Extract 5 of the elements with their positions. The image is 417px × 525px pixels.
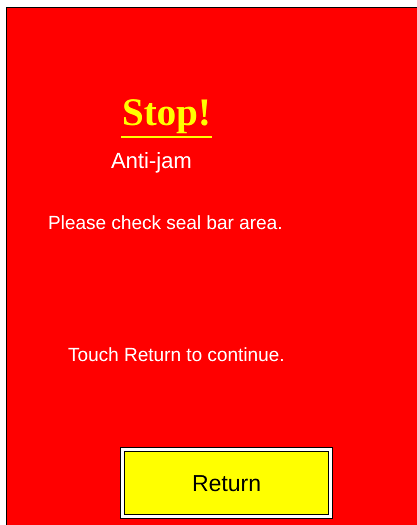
instruction-text: Touch Return to continue.	[68, 344, 285, 368]
return-button[interactable]: Return	[121, 448, 332, 518]
message-text: Please check seal bar area.	[48, 212, 282, 236]
alarm-title: Stop!	[121, 91, 212, 138]
alarm-subtitle: Anti-jam	[111, 148, 192, 174]
